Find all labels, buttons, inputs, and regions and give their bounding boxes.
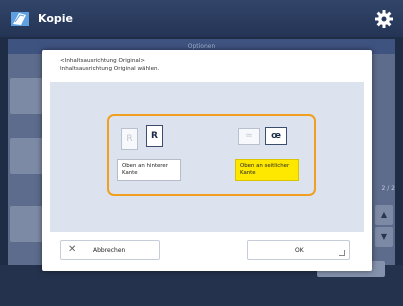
corner-icon [339, 250, 345, 256]
ok-label: OK [295, 247, 304, 254]
dialog-body: R R Oben an hinterer Kante ≃ œ Oben an s… [50, 82, 364, 232]
option-icons: R R [117, 124, 181, 154]
page-unselected-icon: ≃ [238, 128, 260, 145]
background-side-button [10, 138, 44, 174]
orientation-option-group: R R Oben an hinterer Kante ≃ œ Oben an s… [107, 114, 316, 196]
dialog-instruction: Inhaltsausrichtung Original wählen. [60, 66, 160, 72]
dialog-title: <Inhaltsausrichtung Original> [60, 58, 146, 64]
background-side-button [10, 206, 44, 242]
cancel-button[interactable]: ✕ Abbrechen [60, 240, 160, 260]
option-icons: ≃ œ [235, 124, 299, 154]
title-bar: Kopie [0, 0, 403, 37]
background-side-button [10, 78, 44, 114]
option-label: Oben an seitlicher Kante [235, 159, 299, 181]
orientation-dialog: <Inhaltsausrichtung Original> Inhaltsaus… [42, 50, 372, 271]
page-upright-r-icon: R [146, 125, 163, 147]
gear-icon[interactable] [374, 9, 394, 29]
app-title: Kopie [38, 12, 73, 25]
page-indicator: 2 / 2 [381, 185, 395, 192]
close-icon: ✕ [68, 244, 77, 255]
ok-button[interactable]: OK [247, 240, 350, 260]
page-unselected-icon: R [121, 128, 138, 150]
cancel-label: Abbrechen [93, 247, 126, 254]
page-rotated-r-icon: œ [265, 127, 287, 145]
scroll-down-button[interactable]: ▼ [375, 227, 393, 247]
copy-app-icon [11, 12, 29, 26]
option-top-edge-back[interactable]: R R Oben an hinterer Kante [117, 124, 181, 186]
option-label: Oben an hinterer Kante [117, 159, 181, 181]
option-top-edge-side[interactable]: ≃ œ Oben an seitlicher Kante [235, 124, 299, 186]
scroll-up-button[interactable]: ▲ [375, 205, 393, 225]
dialog-footer: ✕ Abbrechen OK [50, 240, 364, 262]
